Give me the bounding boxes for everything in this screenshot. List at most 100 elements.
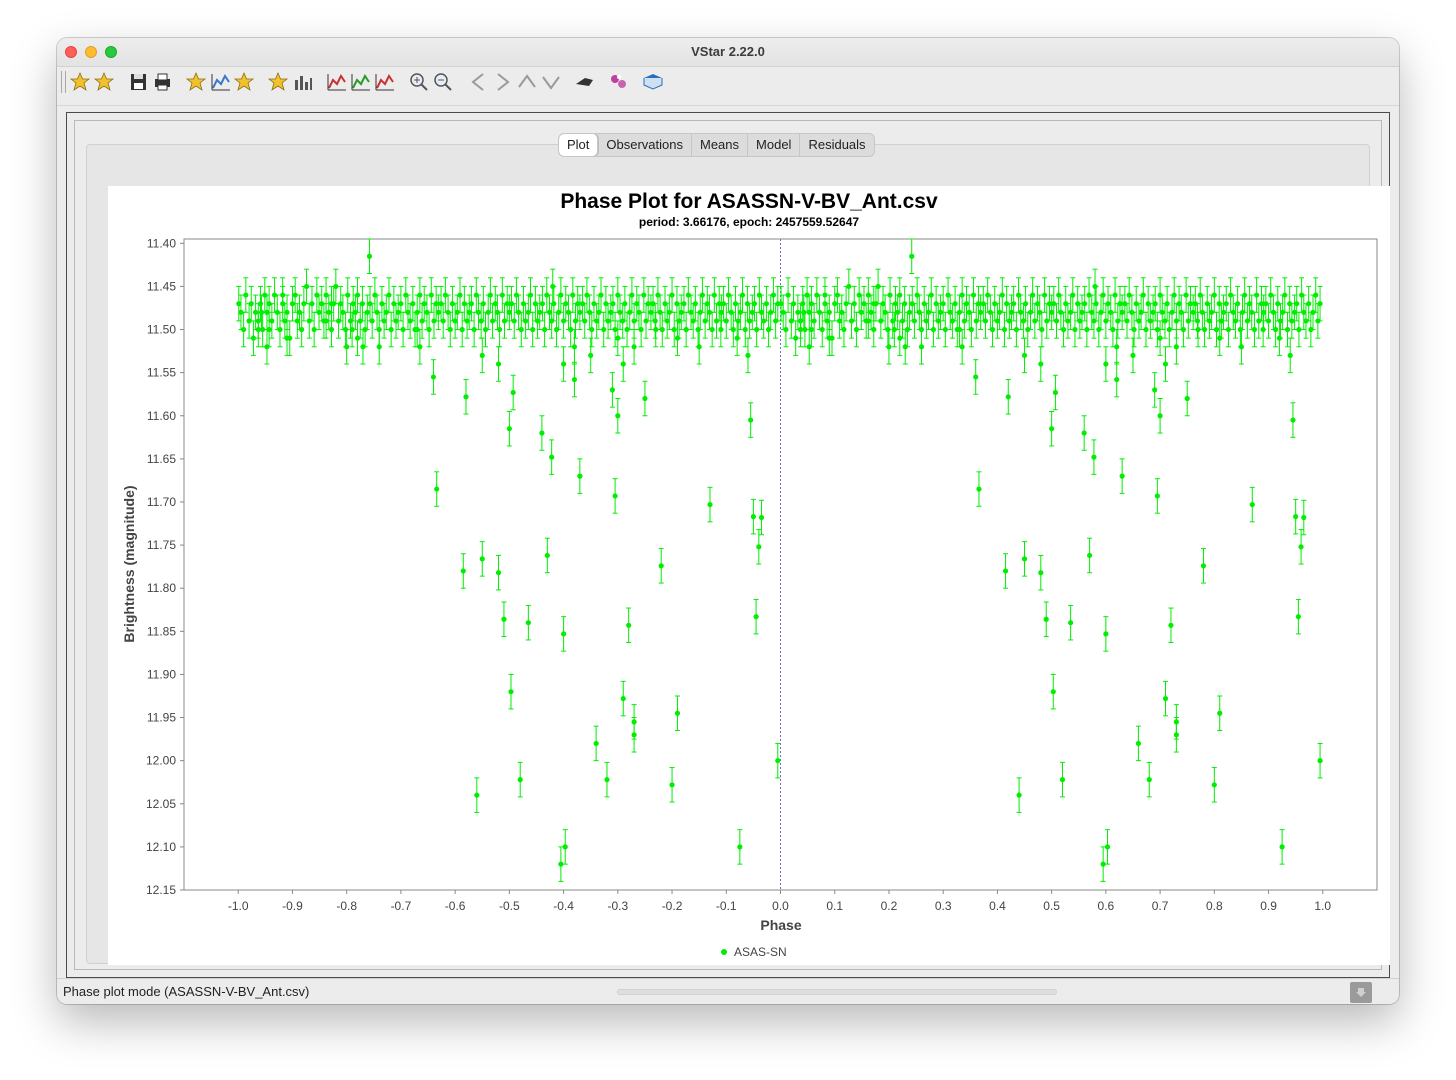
data-point [479, 352, 485, 359]
data-point [800, 301, 806, 307]
x-tick-label: 0.1 [826, 899, 843, 913]
tab-model[interactable]: Model [748, 134, 801, 156]
new-star-icon [69, 71, 91, 91]
progress-bar [617, 989, 1057, 995]
data-point [746, 318, 753, 324]
main-panel: Plot Observations Means Model Residuals … [66, 112, 1390, 978]
new-star-button[interactable] [69, 70, 92, 94]
data-point [468, 301, 475, 307]
data-point [1164, 301, 1170, 307]
mean-curve-icon [375, 74, 394, 91]
observation-details-button[interactable] [209, 70, 232, 94]
stop-button[interactable] [1350, 982, 1372, 1003]
save-button[interactable] [127, 70, 150, 94]
data-point [277, 326, 283, 333]
plot-toggle-button[interactable] [325, 70, 348, 94]
data-point [1011, 301, 1017, 307]
pan-right-icon [497, 73, 510, 91]
y-tick-label: 12.10 [146, 840, 176, 854]
info-star-button[interactable] [185, 70, 208, 94]
data-point [1005, 394, 1011, 400]
data-point [428, 292, 434, 298]
data-point [976, 486, 982, 492]
data-point [495, 361, 502, 367]
data-point [426, 326, 432, 333]
data-point [638, 326, 644, 333]
plugin-button[interactable] [607, 70, 630, 94]
data-point [1002, 568, 1009, 574]
data-point [571, 376, 578, 383]
phase-plot-button[interactable] [349, 70, 372, 94]
data-point [739, 292, 746, 298]
data-point [1173, 732, 1179, 738]
zoom-out-button[interactable] [431, 70, 454, 94]
pan-left-button[interactable] [467, 70, 490, 94]
data-point [1154, 493, 1160, 499]
data-point [349, 326, 355, 333]
data-point [968, 326, 974, 333]
data-point [1260, 326, 1266, 333]
data-point [631, 732, 637, 738]
phase-plot-svg[interactable]: Phase Plot for ASASSN-V-BV_Ant.csv perio… [108, 186, 1390, 965]
pan-down-button[interactable] [539, 70, 562, 94]
y-tick-label: 11.85 [147, 624, 176, 638]
tab-means[interactable]: Means [692, 134, 749, 156]
data-point [970, 292, 977, 298]
data-point [1018, 309, 1024, 315]
data-point [1084, 326, 1090, 333]
data-point [790, 301, 797, 307]
tab-observations[interactable]: Observations [598, 134, 692, 156]
data-point [1060, 326, 1067, 333]
pan-right-button[interactable] [491, 70, 514, 94]
time-star-button[interactable] [233, 70, 256, 94]
data-point [734, 335, 740, 341]
x-tick-label: -0.8 [336, 899, 357, 913]
data-point [871, 301, 877, 307]
data-point [1162, 695, 1169, 702]
star-plot-icon [267, 71, 289, 91]
data-point [1195, 326, 1201, 333]
data-point [506, 426, 512, 432]
data-point [763, 301, 770, 307]
y-tick-label: 12.00 [146, 754, 176, 768]
data-point [775, 758, 781, 764]
data-point [289, 301, 296, 307]
data-point [435, 309, 441, 315]
data-point [582, 318, 588, 324]
data-point [886, 344, 892, 350]
filter-button[interactable] [573, 70, 596, 94]
data-point [359, 301, 366, 307]
data-point [459, 326, 465, 333]
data-point [989, 326, 996, 333]
x-tick-label: -0.5 [499, 899, 520, 913]
zoom-in-button[interactable] [407, 70, 430, 94]
raw-data-button[interactable] [291, 70, 314, 94]
x-tick-label: -0.9 [282, 899, 303, 913]
data-point [577, 309, 583, 315]
tab-plot[interactable]: Plot [559, 134, 599, 156]
data-point [284, 309, 290, 315]
help-book-button[interactable] [641, 70, 664, 94]
pan-up-button[interactable] [515, 70, 538, 94]
data-point [742, 326, 748, 333]
toolbar-grip[interactable] [61, 71, 66, 93]
data-point [605, 318, 611, 324]
phase-plot-chart[interactable]: Phase Plot for ASASSN-V-BV_Ant.csv perio… [108, 186, 1390, 965]
plugin-icon [611, 75, 626, 88]
print-button[interactable] [151, 70, 174, 94]
print-icon [155, 73, 170, 91]
tab-residuals[interactable]: Residuals [800, 134, 873, 156]
data-point [284, 335, 290, 341]
data-point [730, 326, 736, 333]
open-file-button[interactable] [93, 70, 116, 94]
data-point [615, 335, 621, 341]
star-plot-button[interactable] [267, 70, 290, 94]
data-point [471, 326, 477, 333]
data-point [982, 318, 989, 324]
mean-curve-button[interactable] [373, 70, 396, 94]
x-axis-label: Phase [760, 917, 801, 933]
data-point [1082, 301, 1088, 307]
data-point [1021, 556, 1028, 562]
data-point [1220, 309, 1227, 315]
data-point [832, 301, 838, 307]
